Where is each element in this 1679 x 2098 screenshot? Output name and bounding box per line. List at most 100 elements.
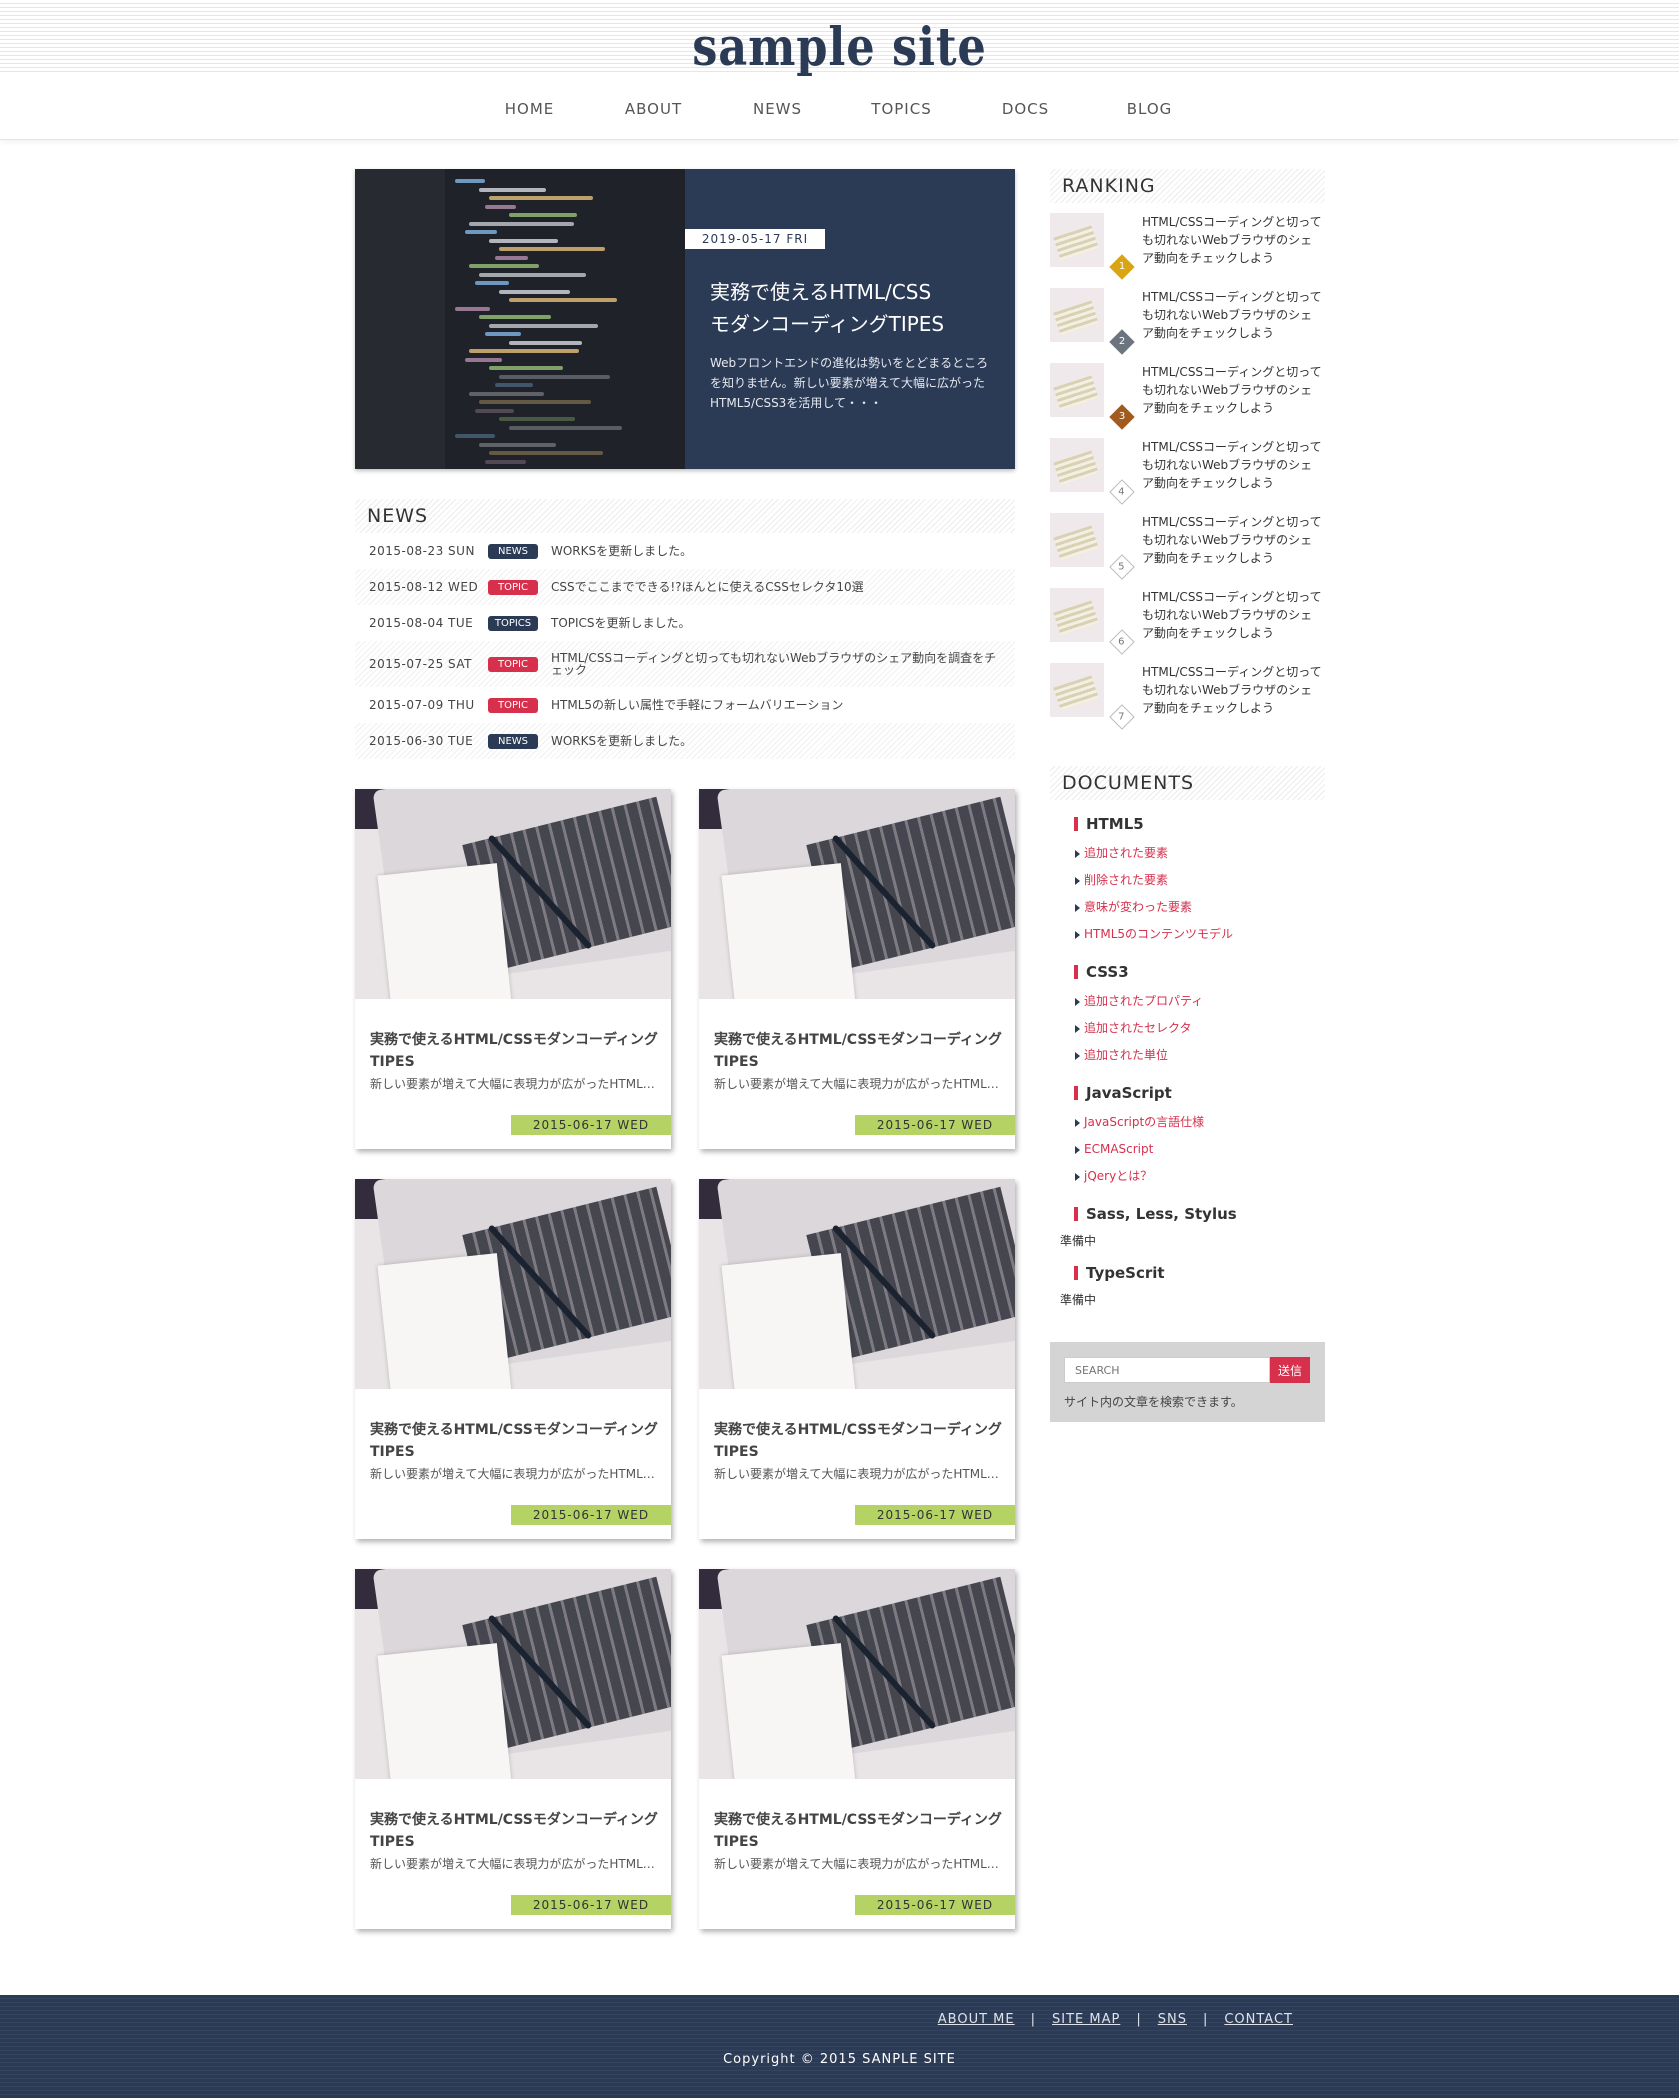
doc-link[interactable]: jQeryとは？	[1050, 1163, 1325, 1190]
news-item[interactable]: 2015-06-30 TUE NEWS WORKSを更新しました。	[355, 723, 1015, 759]
doc-group-label: CSS3	[1086, 963, 1129, 981]
card-title[interactable]: 実務で使えるHTML/CSSモダンコーディングTIPES	[370, 1419, 660, 1463]
ranking-number-badge: 3	[1109, 404, 1135, 430]
ranking-item[interactable]: 4 HTML/CSSコーディングと切っても切れないWebブラウザのシェア動向をチェ…	[1050, 438, 1325, 513]
doc-group-label: JavaScript	[1086, 1084, 1172, 1102]
code-line	[455, 434, 495, 438]
article-card[interactable]: 実務で使えるHTML/CSSモダンコーディングTIPES 新しい要素が増えて大幅に…	[355, 789, 671, 1149]
ranking-title[interactable]: HTML/CSSコーディングと切っても切れないWebブラウザのシェア動向をチェッ…	[1142, 288, 1322, 342]
doc-link[interactable]: 追加された要素	[1050, 840, 1325, 867]
nav-about[interactable]: ABOUT	[592, 100, 716, 118]
ranking-title[interactable]: HTML/CSSコーディングと切っても切れないWebブラウザのシェア動向をチェッ…	[1142, 588, 1322, 642]
news-item[interactable]: 2015-07-09 THU TOPIC HTML5の新しい属性で手軽にフォームバリ…	[355, 687, 1015, 723]
doc-link[interactable]: JavaScriptの言語仕様	[1050, 1109, 1325, 1136]
footer-nav: ABOUT ME | SITE MAP | SNS | CONTACT	[922, 2012, 1309, 2027]
photo-notepad	[377, 863, 513, 999]
global-nav: HOME ABOUT NEWS TOPICS DOCS BLOG	[0, 100, 1679, 118]
news-item[interactable]: 2015-08-23 SUN NEWS WORKSを更新しました。	[355, 533, 1015, 569]
ranking-number-badge: 1	[1109, 254, 1135, 280]
news-date: 2015-07-25 SAT	[369, 657, 472, 671]
doc-group-label: Sass, Less, Stylus	[1086, 1205, 1237, 1223]
doc-link[interactable]: 追加されたプロパティ	[1050, 988, 1325, 1015]
ranking-title[interactable]: HTML/CSSコーディングと切っても切れないWebブラウザのシェア動向をチェッ…	[1142, 213, 1322, 267]
hero-title[interactable]: 実務で使えるHTML/CSS モダンコーディングTIPES	[710, 276, 1000, 340]
news-title[interactable]: TOPICSを更新しました。	[551, 617, 1015, 629]
doc-group-label: HTML5	[1086, 815, 1144, 833]
news-item[interactable]: 2015-08-12 WED TOPIC CSSでここまでできる!?ほんとに使えるC…	[355, 569, 1015, 605]
doc-link[interactable]: 削除された要素	[1050, 867, 1325, 894]
ranking-number: 6	[1118, 636, 1125, 648]
card-title[interactable]: 実務で使えるHTML/CSSモダンコーディングTIPES	[714, 1029, 1004, 1073]
footer-link-contact[interactable]: CONTACT	[1208, 2012, 1309, 2027]
hero-title-line2: モダンコーディングTIPES	[710, 312, 945, 336]
card-excerpt: 新しい要素が増えて大幅に表現力が広がったHTML5/CSS3を活用して	[370, 1467, 660, 1481]
news-title[interactable]: WORKSを更新しました。	[551, 545, 1015, 557]
card-excerpt: 新しい要素が増えて大幅に表現力が広がったHTML5/CSS3を活用して	[714, 1857, 1004, 1871]
article-card[interactable]: 実務で使えるHTML/CSSモダンコーディングTIPES 新しい要素が増えて大幅に…	[699, 1179, 1015, 1539]
news-item[interactable]: 2015-08-04 TUE TOPICS TOPICSを更新しました。	[355, 605, 1015, 641]
doc-group: Sass, Less, Stylus 準備中	[1050, 1204, 1325, 1249]
code-line	[469, 349, 579, 353]
ranking-item[interactable]: 7 HTML/CSSコーディングと切っても切れないWebブラウザのシェア動向をチェ…	[1050, 663, 1325, 738]
code-line	[465, 357, 502, 362]
card-title[interactable]: 実務で使えるHTML/CSSモダンコーディングTIPES	[714, 1809, 1004, 1853]
doc-group: HTML5 追加された要素 削除された要素 意味が変わった要素 HTML5のコンテンツモ…	[1050, 814, 1325, 948]
news-title[interactable]: CSSでここまでできる!?ほんとに使えるCSSセレクタ10選	[551, 581, 1015, 593]
article-card[interactable]: 実務で使えるHTML/CSSモダンコーディングTIPES 新しい要素が増えて大幅に…	[355, 1569, 671, 1929]
code-line	[489, 196, 593, 200]
code-line	[489, 451, 603, 455]
photo-notepad	[721, 1253, 857, 1389]
news-title[interactable]: WORKSを更新しました。	[551, 735, 1015, 747]
search-input[interactable]	[1064, 1357, 1270, 1383]
ranking-title[interactable]: HTML/CSSコーディングと切っても切れないWebブラウザのシェア動向をチェッ…	[1142, 513, 1322, 567]
ranking-title[interactable]: HTML/CSSコーディングと切っても切れないWebブラウザのシェア動向をチェッ…	[1142, 363, 1322, 417]
ranking-item[interactable]: 3 HTML/CSSコーディングと切っても切れないWebブラウザのシェア動向をチェ…	[1050, 363, 1325, 438]
nav-home[interactable]: HOME	[468, 100, 592, 118]
doc-link[interactable]: HTML5のコンテンツモデル	[1050, 921, 1325, 948]
ranking-list: 1 HTML/CSSコーディングと切っても切れないWebブラウザのシェア動向をチェ…	[1050, 213, 1325, 738]
news-tag-badge: TOPIC	[488, 656, 538, 672]
photo-notepad	[377, 1643, 513, 1779]
article-card[interactable]: 実務で使えるHTML/CSSモダンコーディングTIPES 新しい要素が増えて大幅に…	[699, 1569, 1015, 1929]
news-title[interactable]: HTML/CSSコーディングと切っても切れないWebブラウザのシェア動向を調査を…	[551, 652, 1015, 676]
article-card[interactable]: 実務で使えるHTML/CSSモダンコーディングTIPES 新しい要素が増えて大幅に…	[699, 789, 1015, 1149]
card-title[interactable]: 実務で使えるHTML/CSSモダンコーディングTIPES	[370, 1029, 660, 1073]
news-title[interactable]: HTML5の新しい属性で手軽にフォームバリエーション	[551, 699, 1015, 711]
ranking-title[interactable]: HTML/CSSコーディングと切っても切れないWebブラウザのシェア動向をチェッ…	[1142, 438, 1322, 492]
footer-link-sns[interactable]: SNS	[1142, 2012, 1203, 2027]
doc-link[interactable]: ECMAScript	[1050, 1136, 1325, 1163]
card-title[interactable]: 実務で使えるHTML/CSSモダンコーディングTIPES	[370, 1809, 660, 1853]
nav-docs[interactable]: DOCS	[964, 100, 1088, 118]
ranking-title[interactable]: HTML/CSSコーディングと切っても切れないWebブラウザのシェア動向をチェッ…	[1142, 663, 1322, 717]
doc-link[interactable]: 追加された単位	[1050, 1042, 1325, 1069]
code-line	[469, 221, 574, 226]
article-card[interactable]: 実務で使えるHTML/CSSモダンコーディングTIPES 新しい要素が増えて大幅に…	[355, 1179, 671, 1539]
news-item[interactable]: 2015-07-25 SAT TOPIC HTML/CSSコーディングと切っても切れ…	[355, 641, 1015, 687]
ranking-thumbnail	[1050, 213, 1104, 267]
footer-link-site-map[interactable]: SITE MAP	[1036, 2012, 1136, 2027]
ranking-item[interactable]: 2 HTML/CSSコーディングと切っても切れないWebブラウザのシェア動向をチェ…	[1050, 288, 1325, 363]
search-submit-button[interactable]: 送信	[1270, 1357, 1310, 1383]
site-logo[interactable]: sample site	[118, 22, 1562, 74]
ranking-item[interactable]: 1 HTML/CSSコーディングと切っても切れないWebブラウザのシェア動向をチェ…	[1050, 213, 1325, 288]
footer-link-about-me[interactable]: ABOUT ME	[922, 2012, 1031, 2027]
hero-article[interactable]: 2019-05-17 FRI 実務で使えるHTML/CSS モダンコーディングTI…	[355, 169, 1015, 469]
ranking-item[interactable]: 6 HTML/CSSコーディングと切っても切れないWebブラウザのシェア動向をチェ…	[1050, 588, 1325, 663]
code-line	[479, 272, 586, 277]
doc-link[interactable]: 追加されたセレクタ	[1050, 1015, 1325, 1042]
ranking-number: 3	[1118, 411, 1126, 422]
card-photo	[355, 1179, 671, 1389]
ranking-number: 4	[1118, 486, 1125, 498]
ranking-item[interactable]: 5 HTML/CSSコーディングと切っても切れないWebブラウザのシェア動向をチェ…	[1050, 513, 1325, 588]
nav-news[interactable]: NEWS	[716, 100, 840, 118]
search-box: 送信 サイト内の文章を検索できます。	[1050, 1342, 1325, 1422]
card-title[interactable]: 実務で使えるHTML/CSSモダンコーディングTIPES	[714, 1419, 1004, 1463]
hero-code-image	[355, 169, 685, 469]
nav-blog[interactable]: BLOG	[1088, 100, 1212, 118]
doc-link[interactable]: 意味が変わった要素	[1050, 894, 1325, 921]
code-line	[499, 374, 610, 379]
nav-topics[interactable]: TOPICS	[840, 100, 964, 118]
card-date: 2015-06-17 WED	[855, 1895, 1015, 1915]
code-line	[499, 417, 575, 421]
ranking-number-badge: 6	[1109, 629, 1135, 655]
